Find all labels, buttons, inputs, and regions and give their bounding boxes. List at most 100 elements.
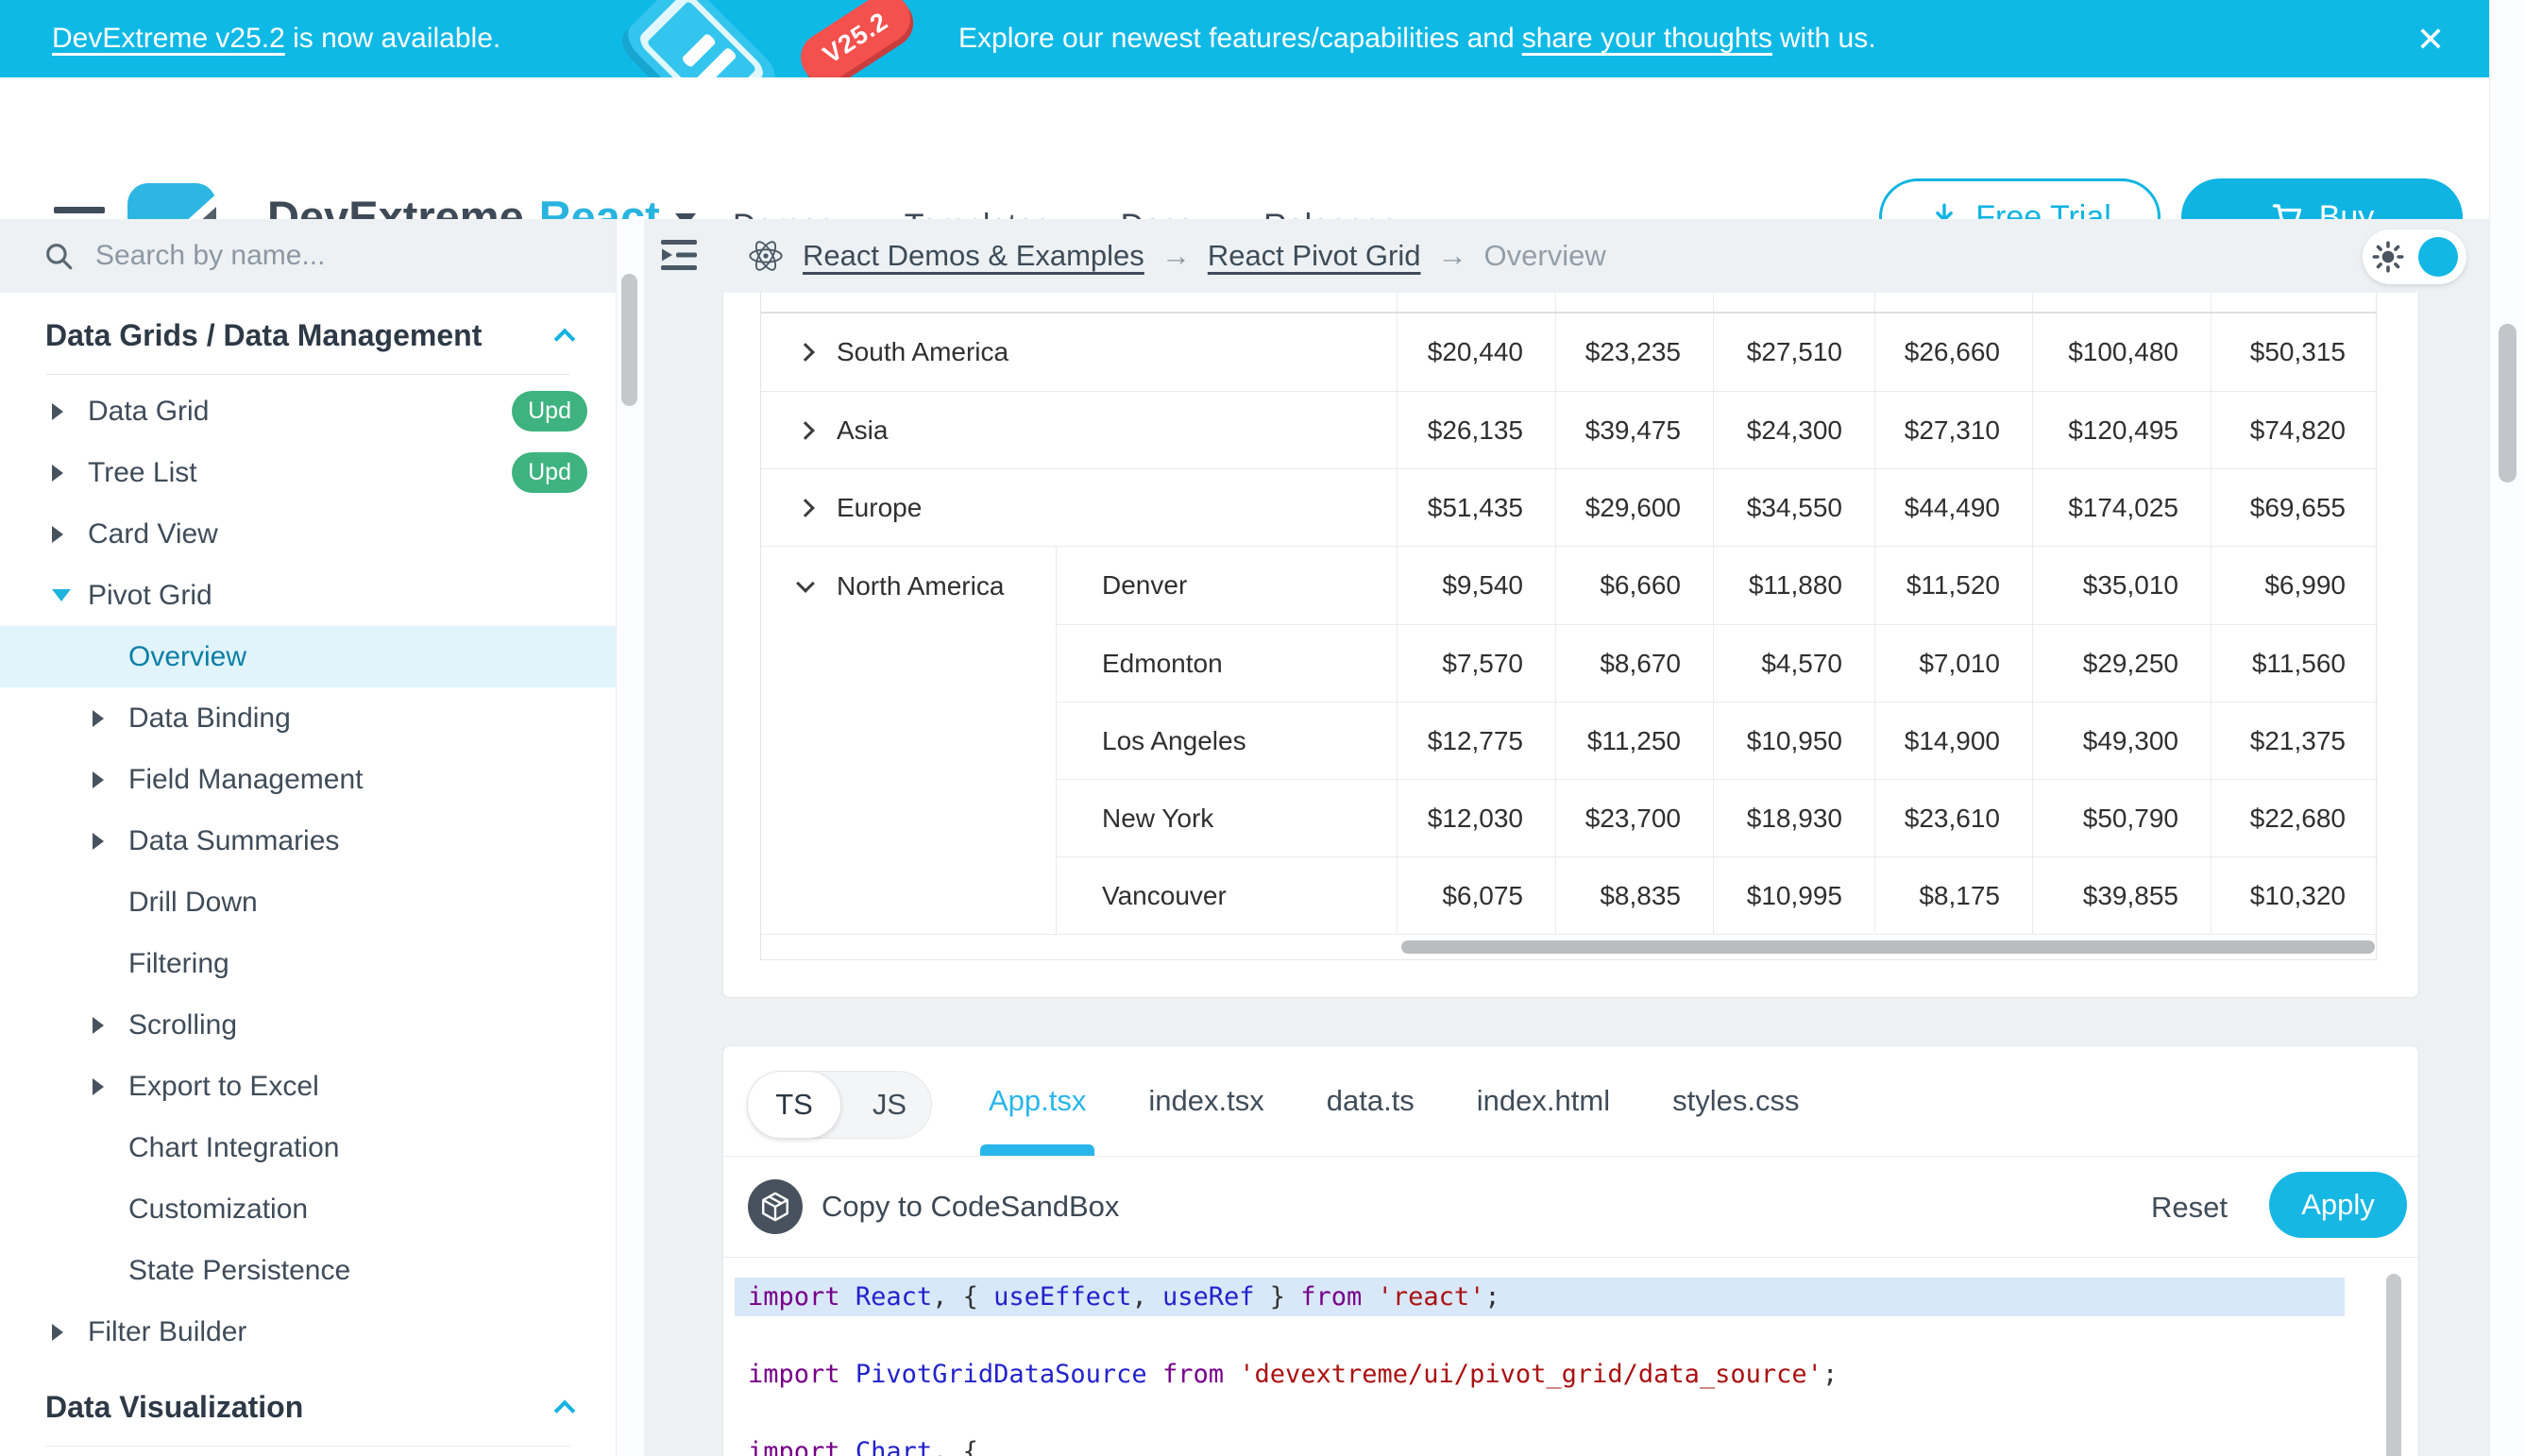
pivot-cell: $10,950 — [1713, 702, 1874, 779]
pivot-cell: $6,990 — [2211, 547, 2378, 624]
expand-right-icon — [52, 403, 63, 420]
tab-index-tsx[interactable]: index.tsx — [1148, 1046, 1263, 1156]
pivot-cell: $50,790 — [2032, 779, 2211, 856]
pivot-cell: $6,660 — [1555, 547, 1713, 624]
collapse-sidebar-icon[interactable] — [659, 236, 699, 274]
pivot-cell: $4,570 — [1713, 624, 1874, 702]
collapse-icon[interactable] — [796, 574, 815, 593]
pivot-cell: $18,930 — [1713, 779, 1874, 856]
pivot-cell: $6,075 — [1397, 856, 1555, 934]
sidebar-item-filter-builder[interactable]: Filter Builder — [0, 1301, 616, 1363]
sidebar-item-card-view[interactable]: Card View — [0, 503, 616, 565]
sidebar-item-field-management[interactable]: Field Management — [0, 749, 616, 810]
pivot-cell: $7,570 — [1397, 624, 1555, 702]
sidebar-item-tree-list[interactable]: Tree ListUpd — [0, 442, 616, 503]
pivot-cell: $29,600 — [1555, 469, 1713, 546]
pivot-cell: $22,680 — [2211, 779, 2378, 856]
pivot-cell: $12,030 — [1397, 779, 1555, 856]
expand-right-icon — [52, 1324, 63, 1341]
code-editor[interactable]: import React, { useEffect, useRef } from… — [723, 1258, 2418, 1456]
sidebar-item-export-to-excel[interactable]: Export to Excel — [0, 1056, 616, 1117]
sidebar-item-scrolling[interactable]: Scrolling — [0, 994, 616, 1056]
breadcrumb: React Demos & Examples → React Pivot Gri… — [746, 219, 1606, 293]
pivot-cell: $27,510 — [1713, 313, 1874, 391]
tab-styles-css[interactable]: styles.css — [1672, 1046, 1799, 1156]
pivot-cell: $23,235 — [1555, 313, 1713, 391]
banner-version-link[interactable]: DevExtreme v25.2 — [52, 23, 285, 54]
expand-icon[interactable] — [796, 421, 815, 440]
language-ts-knob[interactable]: TS — [747, 1071, 841, 1139]
share-thoughts-link[interactable]: share your thoughts — [1522, 23, 1772, 55]
react-icon — [746, 237, 786, 275]
page-scrollbar-thumb[interactable] — [2499, 324, 2517, 483]
pivot-cell: $8,835 — [1555, 856, 1713, 934]
expand-right-icon — [93, 1017, 104, 1034]
horizontal-scrollbar-thumb[interactable] — [1401, 940, 2375, 954]
pivot-row-europe: Europe $51,435 $29,600 $34,550 $44,490 $… — [761, 468, 2376, 546]
pivot-row-south-america: South America $20,440 $23,235 $27,510 $2… — [761, 313, 2376, 391]
pivot-city: Vancouver — [1056, 856, 1397, 934]
banner-close-icon[interactable]: ✕ — [2406, 15, 2455, 64]
sidebar-item-chart-integration[interactable]: Chart Integration — [0, 1117, 616, 1178]
language-toggle[interactable]: TS JS — [747, 1071, 932, 1139]
copy-to-codesandbox-button[interactable]: Copy to CodeSandBox — [748, 1179, 1119, 1234]
sidebar-item-filtering[interactable]: Filtering — [0, 933, 616, 994]
pivot-cell: $26,660 — [1874, 313, 2032, 391]
expand-icon[interactable] — [796, 343, 815, 362]
breadcrumb-current: Overview — [1484, 239, 1606, 273]
pivot-cell: $44,490 — [1874, 469, 2032, 546]
pivot-cell: $50,315 — [2211, 313, 2378, 391]
pivot-group-north-america: North America Denver $9,540 $6,660 $11,8… — [761, 546, 2376, 934]
sidebar-search-input[interactable]: Search by name... — [42, 219, 571, 293]
pivot-cell: $100,480 — [2032, 313, 2211, 391]
pivot-cell: $23,610 — [1874, 779, 2032, 856]
sun-icon — [2371, 240, 2405, 274]
pivot-cell: $24,300 — [1713, 392, 1874, 468]
pivot-cell: $10,995 — [1713, 856, 1874, 934]
sidebar-scrollbar-thumb[interactable] — [621, 274, 637, 406]
divider — [45, 374, 570, 375]
pivot-cell: $29,250 — [2032, 624, 2211, 702]
tab-app-tsx[interactable]: App.tsx — [989, 1046, 1086, 1156]
sidebar-item-data-grid[interactable]: Data GridUpd — [0, 381, 616, 442]
sidebar-item-data-binding[interactable]: Data Binding — [0, 687, 616, 749]
pivot-cell: $14,900 — [1874, 702, 2032, 779]
language-js-option[interactable]: JS — [873, 1072, 907, 1138]
pivot-cell: $23,700 — [1555, 779, 1713, 856]
sidebar-item-pivot-grid[interactable]: Pivot Grid — [0, 565, 616, 626]
code-scrollbar-thumb[interactable] — [2386, 1274, 2401, 1456]
code-line: import Chart, { — [735, 1432, 2345, 1456]
divider — [45, 1446, 570, 1447]
expand-right-icon — [93, 833, 104, 850]
pivot-grid: South America $20,440 $23,235 $27,510 $2… — [760, 293, 2377, 960]
code-file-tabs: App.tsx index.tsx data.ts index.html sty… — [989, 1046, 1799, 1156]
sidebar-item-customization[interactable]: Customization — [0, 1178, 616, 1240]
pivot-cell: $39,855 — [2032, 856, 2211, 934]
sidebar-item-drill-down[interactable]: Drill Down — [0, 872, 616, 933]
pivot-cell: $20,440 — [1397, 313, 1555, 391]
sidebar-item-data-summaries[interactable]: Data Summaries — [0, 810, 616, 872]
pivot-cell: $11,250 — [1555, 702, 1713, 779]
tab-data-ts[interactable]: data.ts — [1327, 1046, 1415, 1156]
pivot-cell: $120,495 — [2032, 392, 2211, 468]
sidebar-item-overview[interactable]: Overview — [0, 626, 616, 687]
pivot-cell: $35,010 — [2032, 547, 2211, 624]
breadcrumb-separator: → — [1161, 239, 1191, 273]
search-placeholder: Search by name... — [95, 240, 325, 272]
tab-index-html[interactable]: index.html — [1477, 1046, 1610, 1156]
sidebar-section-data-visualization[interactable]: Data Visualization — [0, 1376, 616, 1438]
sidebar-section-data-grids[interactable]: Data Grids / Data Management — [0, 304, 616, 366]
pivot-cell: $8,670 — [1555, 624, 1713, 702]
apply-button[interactable]: Apply — [2269, 1172, 2407, 1238]
divider — [723, 1156, 2418, 1157]
theme-toggle[interactable] — [2363, 229, 2466, 284]
sidebar-item-state-persistence[interactable]: State Persistence — [0, 1240, 616, 1301]
upd-badge: Upd — [512, 391, 587, 432]
expand-down-icon — [52, 589, 71, 601]
reset-button[interactable]: Reset — [2151, 1191, 2228, 1225]
breadcrumb-demos-link[interactable]: React Demos & Examples — [803, 239, 1144, 273]
page-scrollbar-track[interactable] — [2489, 0, 2525, 1456]
expand-icon[interactable] — [796, 499, 815, 517]
breadcrumb-pivotgrid-link[interactable]: React Pivot Grid — [1208, 239, 1421, 273]
demo-preview-card: South America $20,440 $23,235 $27,510 $2… — [722, 293, 2419, 998]
